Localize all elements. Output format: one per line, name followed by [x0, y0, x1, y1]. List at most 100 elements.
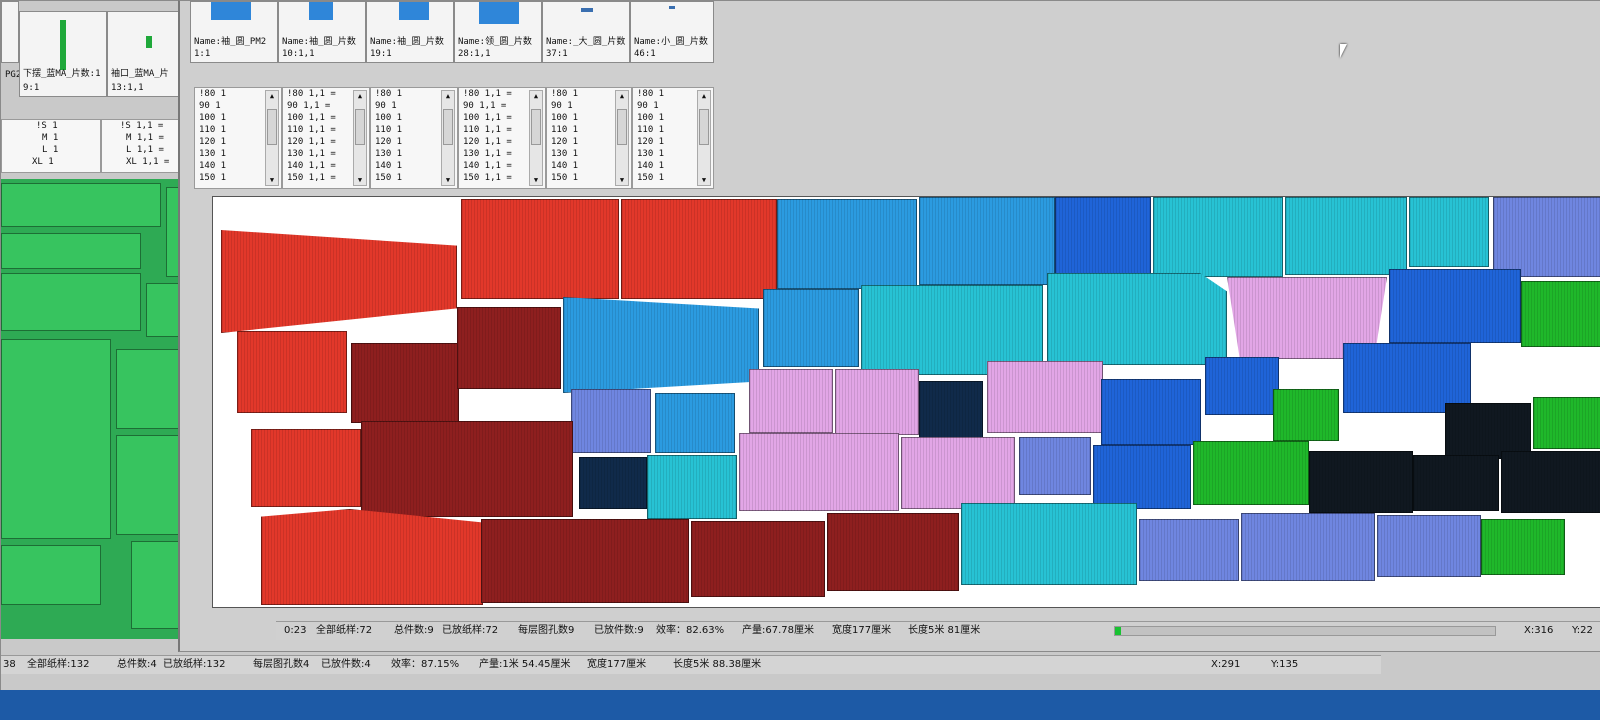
pattern-piece[interactable] [1409, 197, 1489, 267]
pattern-piece[interactable] [621, 199, 777, 299]
pattern-piece[interactable] [1521, 281, 1600, 347]
pattern-piece[interactable] [749, 369, 833, 433]
size-list[interactable]: !80 1 90 1 100 1 110 1 120 1 130 1 140 1… [546, 87, 632, 189]
pattern-piece[interactable] [579, 457, 647, 509]
scroll-up-icon[interactable]: ▲ [354, 91, 366, 101]
pattern-piece[interactable] [481, 519, 689, 603]
pattern-piece[interactable] [1093, 445, 1191, 509]
pattern-piece[interactable] [777, 199, 917, 289]
pattern-piece[interactable] [1533, 397, 1600, 449]
list-scrollbar[interactable]: ▲ ▼ [697, 90, 711, 186]
pattern-piece[interactable] [827, 513, 959, 591]
scroll-up-icon[interactable]: ▲ [698, 91, 710, 101]
pattern-piece[interactable] [1, 545, 101, 605]
pattern-piece[interactable] [1019, 437, 1091, 495]
pattern-piece[interactable] [691, 521, 825, 597]
pattern-piece[interactable] [1, 273, 141, 331]
size-row[interactable]: M 1 [2, 132, 100, 144]
pattern-piece[interactable] [655, 393, 735, 453]
scroll-up-icon[interactable]: ▲ [442, 91, 454, 101]
scroll-down-icon[interactable]: ▼ [442, 175, 454, 185]
size-row[interactable]: XL 1,1 = [102, 156, 178, 168]
pattern-piece[interactable] [221, 229, 457, 333]
piece-thumb[interactable]: Name:小_圆_片数 46:1 [630, 1, 714, 63]
pattern-piece[interactable] [351, 343, 459, 423]
scroll-thumb[interactable] [617, 109, 627, 145]
size-list[interactable]: !S 1,1 = M 1,1 = L 1,1 = XL 1,1 = [101, 119, 179, 173]
pattern-piece[interactable] [1241, 513, 1375, 581]
pattern-piece[interactable] [1389, 269, 1521, 343]
pattern-piece[interactable] [835, 369, 919, 435]
pattern-piece[interactable] [901, 437, 1015, 509]
pattern-piece[interactable] [237, 331, 347, 413]
pattern-piece[interactable] [919, 197, 1055, 285]
pattern-piece[interactable] [739, 433, 899, 511]
size-row[interactable]: L 1,1 = [102, 144, 178, 156]
piece-thumb[interactable]: Name:袖_圆_片数 19:1 [366, 1, 454, 63]
pattern-piece[interactable] [1285, 197, 1407, 275]
pattern-piece[interactable] [1, 183, 161, 227]
pattern-piece[interactable] [261, 509, 483, 605]
pattern-piece[interactable] [1055, 197, 1151, 275]
piece-thumb[interactable]: Name:袖_圆_片数 10:1,1 [278, 1, 366, 63]
scroll-thumb[interactable] [443, 109, 453, 145]
scroll-thumb[interactable] [531, 109, 541, 145]
scroll-thumb[interactable] [699, 109, 709, 145]
pattern-piece[interactable] [251, 429, 361, 507]
scroll-down-icon[interactable]: ▼ [698, 175, 710, 185]
size-list[interactable]: !80 1 90 1 100 1 110 1 120 1 130 1 140 1… [370, 87, 458, 189]
piece-thumb[interactable]: Name:袖_圆_PM2 1:1 [190, 1, 278, 63]
pattern-piece[interactable] [1481, 519, 1565, 575]
scroll-up-icon[interactable]: ▲ [530, 91, 542, 101]
pattern-piece[interactable] [1273, 389, 1339, 441]
size-row[interactable]: !S 1 [2, 120, 100, 132]
size-list[interactable]: !S 1 M 1 L 1 XL 1 [1, 119, 101, 173]
size-list[interactable]: !80 1 90 1 100 1 110 1 120 1 130 1 140 1… [194, 87, 282, 189]
scroll-down-icon[interactable]: ▼ [616, 175, 628, 185]
pattern-piece[interactable] [563, 297, 759, 393]
size-row[interactable]: !S 1,1 = [102, 120, 178, 132]
size-row[interactable]: XL 1 [2, 156, 100, 168]
size-list[interactable]: !80 1,1 = 90 1,1 = 100 1,1 = 110 1,1 = 1… [282, 87, 370, 189]
scroll-thumb[interactable] [267, 109, 277, 145]
pattern-piece[interactable] [987, 361, 1103, 433]
pattern-piece[interactable] [1205, 357, 1279, 415]
scroll-down-icon[interactable]: ▼ [530, 175, 542, 185]
pattern-piece[interactable] [1, 339, 111, 539]
pattern-piece[interactable] [1, 233, 141, 269]
list-scrollbar[interactable]: ▲ ▼ [265, 90, 279, 186]
pattern-piece[interactable] [961, 503, 1137, 585]
pattern-piece[interactable] [1413, 455, 1499, 511]
list-scrollbar[interactable]: ▲ ▼ [353, 90, 367, 186]
piece-thumb[interactable]: Name:_大_圆_片数 37:1 [542, 1, 630, 63]
pattern-piece[interactable] [647, 455, 737, 519]
scroll-down-icon[interactable]: ▼ [266, 175, 278, 185]
scroll-thumb[interactable] [355, 109, 365, 145]
size-list[interactable]: !80 1 90 1 100 1 110 1 120 1 130 1 140 1… [632, 87, 714, 189]
piece-thumb[interactable]: 下摆_蓝MA_片数:1 9:1 [19, 11, 107, 97]
piece-thumb[interactable]: 袖口_蓝MA_片 13:1,1 [107, 11, 179, 97]
pattern-piece[interactable] [361, 421, 573, 517]
pattern-piece[interactable] [1501, 451, 1600, 513]
scroll-up-icon[interactable]: ▲ [266, 91, 278, 101]
pattern-piece[interactable] [919, 381, 983, 439]
pattern-piece[interactable] [1101, 379, 1201, 445]
pattern-piece[interactable] [763, 289, 859, 367]
pattern-piece[interactable] [1377, 515, 1481, 577]
pattern-piece[interactable] [1309, 451, 1413, 513]
pattern-piece[interactable] [457, 307, 561, 389]
pattern-piece[interactable] [1047, 273, 1227, 365]
list-scrollbar[interactable]: ▲ ▼ [615, 90, 629, 186]
list-scrollbar[interactable]: ▲ ▼ [441, 90, 455, 186]
pattern-piece[interactable] [1139, 519, 1239, 581]
marker-layout-canvas[interactable] [212, 196, 1600, 608]
scroll-up-icon[interactable]: ▲ [616, 91, 628, 101]
size-list[interactable]: !80 1,1 = 90 1,1 = 100 1,1 = 110 1,1 = 1… [458, 87, 546, 189]
pattern-piece[interactable] [461, 199, 619, 299]
size-row[interactable]: M 1,1 = [102, 132, 178, 144]
scroll-down-icon[interactable]: ▼ [354, 175, 366, 185]
pattern-piece[interactable] [1493, 197, 1600, 277]
size-row[interactable]: L 1 [2, 144, 100, 156]
piece-thumb[interactable]: Name:领_圆_片数 28:1,1 [454, 1, 542, 63]
pattern-piece[interactable] [1193, 441, 1309, 505]
